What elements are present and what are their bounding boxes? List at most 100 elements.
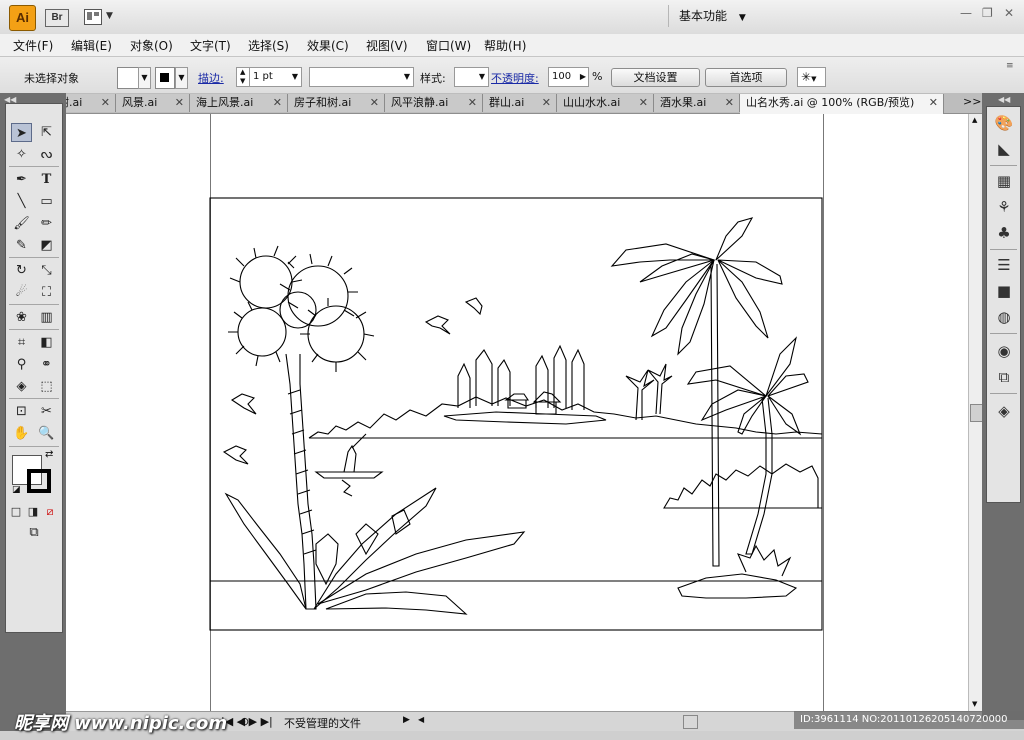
symbols-icon[interactable]: ♣ <box>994 223 1014 243</box>
free-transform-tool-icon[interactable]: ⛶ <box>36 283 57 302</box>
artboard-tool-icon[interactable]: ⊡ <box>11 402 32 421</box>
transparency-icon[interactable]: ◍ <box>994 307 1014 327</box>
color-guide-icon[interactable]: ◣ <box>994 139 1014 159</box>
gradient-mode-icon[interactable]: ◨ <box>25 502 41 521</box>
chevron-down-icon[interactable]: ▼ <box>175 67 188 89</box>
menu-window[interactable]: 窗口(W) <box>426 37 471 54</box>
hand-tool-icon[interactable]: ✋ <box>11 424 32 443</box>
tab-doc-1[interactable]: 树.ai ✕ <box>66 94 116 112</box>
lasso-tool-icon[interactable]: ᔓ <box>36 145 57 164</box>
none-mode-icon[interactable]: ⧄ <box>42 502 58 521</box>
stroke-icon[interactable]: ☰ <box>994 255 1014 275</box>
tab-doc-4[interactable]: 房子和树.ai ✕ <box>288 94 385 112</box>
live-paint-bucket-tool-icon[interactable]: ◈ <box>11 377 32 396</box>
close-icon[interactable]: ✕ <box>725 94 734 112</box>
menu-effect[interactable]: 效果(C) <box>307 37 349 54</box>
tab-overflow-icon[interactable]: >> <box>963 95 981 108</box>
graphic-style-picker[interactable]: ▼ <box>454 67 489 87</box>
menu-file[interactable]: 文件(F) <box>13 37 53 54</box>
scroll-down-icon[interactable]: ▼ <box>972 700 977 708</box>
type-tool-icon[interactable]: T <box>36 170 57 189</box>
menu-edit[interactable]: 编辑(E) <box>71 37 112 54</box>
eraser-tool-icon[interactable]: ◩ <box>36 236 57 255</box>
canvas[interactable] <box>66 114 968 711</box>
warp-tool-icon[interactable]: ☄ <box>11 283 32 302</box>
color-icon[interactable]: 🎨 <box>994 113 1014 133</box>
close-icon[interactable]: ✕ <box>370 94 379 112</box>
close-icon[interactable]: ✕ <box>175 94 184 112</box>
magic-wand-tool-icon[interactable]: ✧ <box>11 145 32 164</box>
blend-tool-icon[interactable]: ⚭ <box>36 355 57 374</box>
appearance-icon[interactable]: ◉ <box>994 341 1014 361</box>
document-setup-button[interactable]: 文档设置 <box>611 68 700 87</box>
scale-tool-icon[interactable]: ⤡ <box>36 261 57 280</box>
opacity-link[interactable]: 不透明度: <box>491 70 539 86</box>
screen-mode-icon[interactable]: ⧉ <box>21 523 47 542</box>
bridge-button[interactable]: Br <box>45 9 69 27</box>
rotate-tool-icon[interactable]: ↻ <box>11 261 32 280</box>
color-mode-icon[interactable]: □ <box>8 502 24 521</box>
close-icon[interactable]: ✕ <box>542 94 551 112</box>
paintbrush-tool-icon[interactable]: 🖌 <box>11 214 32 233</box>
status-menu-icon[interactable]: ⊙ <box>240 715 249 728</box>
arrange-documents-icon[interactable] <box>84 9 102 25</box>
tab-doc-8[interactable]: 酒水果.ai ✕ <box>654 94 740 112</box>
stroke-color-box[interactable] <box>27 469 51 493</box>
opacity-field[interactable]: 100 ▶ <box>548 67 589 87</box>
swatches-icon[interactable]: ▦ <box>994 171 1014 191</box>
eyedropper-tool-icon[interactable]: ⚲ <box>11 355 32 374</box>
menu-select[interactable]: 选择(S) <box>248 37 289 54</box>
scroll-left-icon[interactable]: ◀ <box>418 715 424 724</box>
direct-selection-tool-icon[interactable]: ⇱ <box>36 123 57 142</box>
expand-panels-icon[interactable]: ◀◀ <box>998 95 1010 104</box>
close-icon[interactable]: ✕ <box>1004 6 1014 20</box>
tab-doc-7[interactable]: 山山水水.ai ✕ <box>557 94 654 112</box>
tab-doc-5[interactable]: 风平浪静.ai ✕ <box>385 94 483 112</box>
stroke-swatch[interactable] <box>155 67 175 89</box>
menu-help[interactable]: 帮助(H) <box>484 37 526 54</box>
stroke-weight-field[interactable]: 1 pt ▼ <box>249 67 302 87</box>
gradient-icon[interactable]: ■ <box>994 281 1014 301</box>
rectangle-tool-icon[interactable]: ▭ <box>36 192 57 211</box>
line-tool-icon[interactable]: ╲ <box>11 192 32 211</box>
close-icon[interactable]: ✕ <box>101 94 110 112</box>
vertical-scrollbar[interactable]: ▲ ▼ <box>968 114 983 711</box>
layers-icon[interactable]: ◈ <box>994 401 1014 421</box>
blob-brush-tool-icon[interactable]: ✎ <box>11 236 32 255</box>
tab-doc-3[interactable]: 海上风景.ai ✕ <box>190 94 288 112</box>
chevron-down-icon[interactable]: ▼ <box>106 11 113 21</box>
gradient-tool-icon[interactable]: ◧ <box>36 333 57 352</box>
symbol-sprayer-tool-icon[interactable]: ❀ <box>11 308 32 327</box>
chevron-right-icon[interactable]: ▶ <box>403 715 410 725</box>
tab-doc-active[interactable]: 山名水秀.ai @ 100% (RGB/预览) ✕ <box>740 94 944 114</box>
default-colors-icon[interactable]: ◪ <box>12 485 21 495</box>
tab-doc-6[interactable]: 群山.ai ✕ <box>483 94 557 112</box>
column-graph-tool-icon[interactable]: ▥ <box>36 308 57 327</box>
tab-doc-2[interactable]: 风景.ai ✕ <box>116 94 190 112</box>
mesh-tool-icon[interactable]: ⌗ <box>11 333 32 352</box>
stroke-link[interactable]: 描边: <box>198 70 224 86</box>
restore-icon[interactable]: ❐ <box>982 6 993 20</box>
close-icon[interactable]: ✕ <box>273 94 282 112</box>
close-icon[interactable]: ✕ <box>468 94 477 112</box>
pen-tool-icon[interactable]: ✒ <box>11 170 32 189</box>
minimize-icon[interactable]: — <box>960 6 972 20</box>
artwork[interactable] <box>66 114 968 711</box>
menu-view[interactable]: 视图(V) <box>366 37 408 54</box>
live-paint-selection-tool-icon[interactable]: ⬚ <box>36 377 57 396</box>
graphic-styles-icon[interactable]: ⧉ <box>994 367 1014 387</box>
menu-type[interactable]: 文字(T) <box>190 37 231 54</box>
workspace-switcher[interactable]: 基本功能 ▼ <box>668 5 765 27</box>
menu-object[interactable]: 对象(O) <box>130 37 173 54</box>
close-icon[interactable]: ✕ <box>929 94 938 112</box>
preferences-button[interactable]: 首选项 <box>705 68 787 87</box>
scroll-up-icon[interactable]: ▲ <box>972 116 977 124</box>
chevron-down-icon[interactable]: ▼ <box>138 67 151 89</box>
horizontal-scroll-thumb[interactable] <box>683 715 698 729</box>
zoom-tool-icon[interactable]: 🔍 <box>36 424 57 443</box>
panel-menu-icon[interactable]: ≡ <box>1006 61 1014 71</box>
swap-fill-stroke-icon[interactable]: ⇄ <box>45 449 53 460</box>
isolate-icon[interactable]: ✳▼ <box>797 67 826 87</box>
slice-tool-icon[interactable]: ✂ <box>36 402 57 421</box>
variable-width-profile[interactable]: ▼ <box>309 67 414 87</box>
